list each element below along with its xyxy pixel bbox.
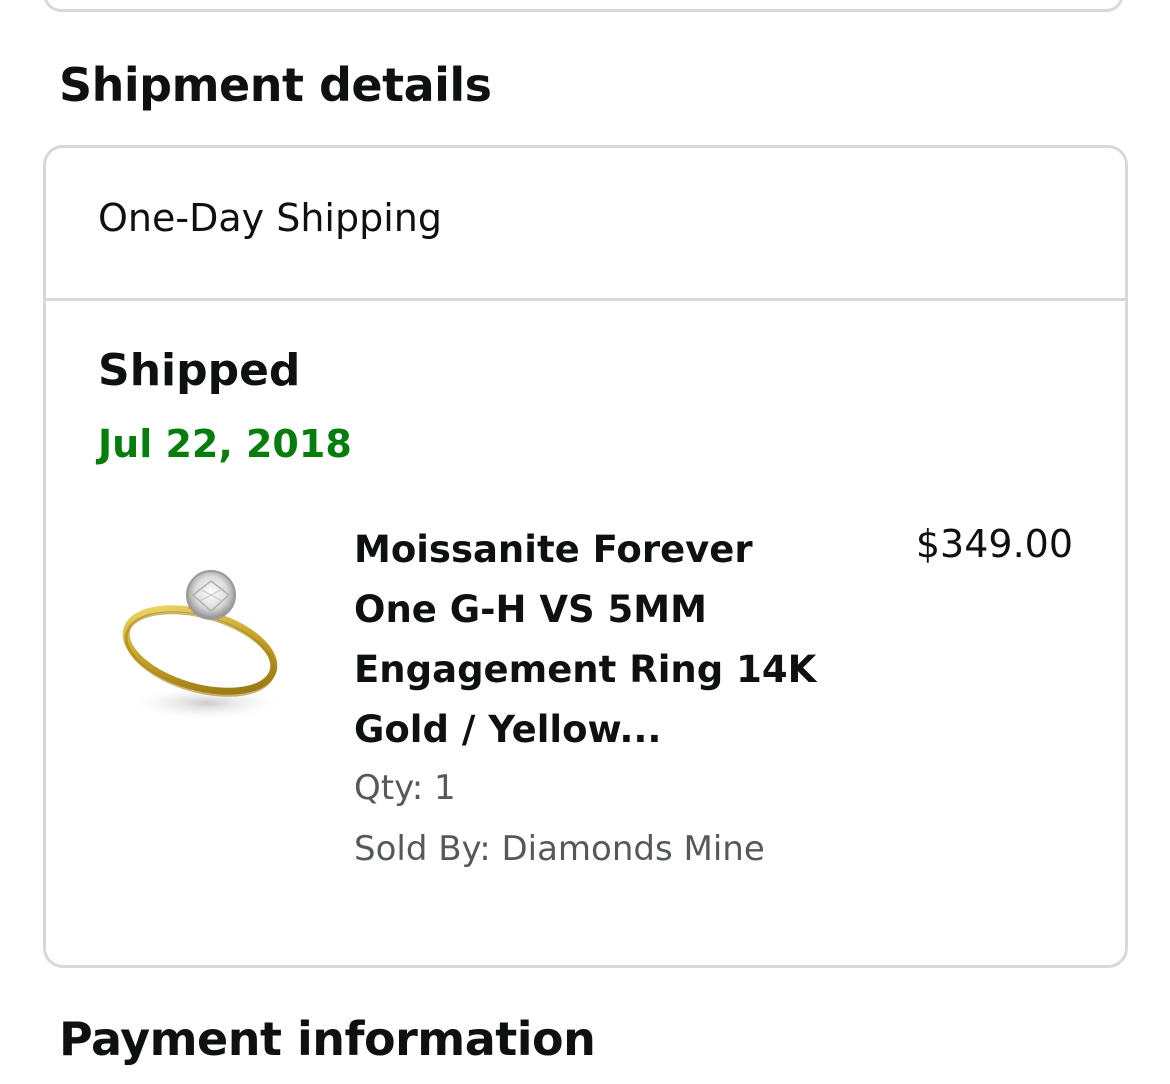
ring-icon xyxy=(122,570,286,721)
product-title-link[interactable]: Moissanite Forever One G-H VS 5MM Engage… xyxy=(354,520,824,760)
ring-product-image[interactable] xyxy=(118,543,288,733)
order-details-page: Shipment details One-Day Shipping Shippe… xyxy=(0,0,1170,1084)
shipping-speed-label: One-Day Shipping xyxy=(98,196,442,240)
product-price: $349.00 xyxy=(915,522,1073,566)
shipment-details-heading: Shipment details xyxy=(59,58,492,112)
product-seller: Sold By: Diamonds Mine xyxy=(354,829,765,869)
product-quantity: Qty: 1 xyxy=(354,768,456,808)
shipment-status: Shipped xyxy=(98,345,301,396)
shipment-status-date: Jul 22, 2018 xyxy=(98,422,352,466)
card-divider xyxy=(46,298,1125,301)
payment-information-heading: Payment information xyxy=(59,1012,596,1066)
previous-card-edge xyxy=(43,0,1124,12)
shipment-card: One-Day Shipping Shipped Jul 22, 2018 Mo… xyxy=(43,145,1128,968)
